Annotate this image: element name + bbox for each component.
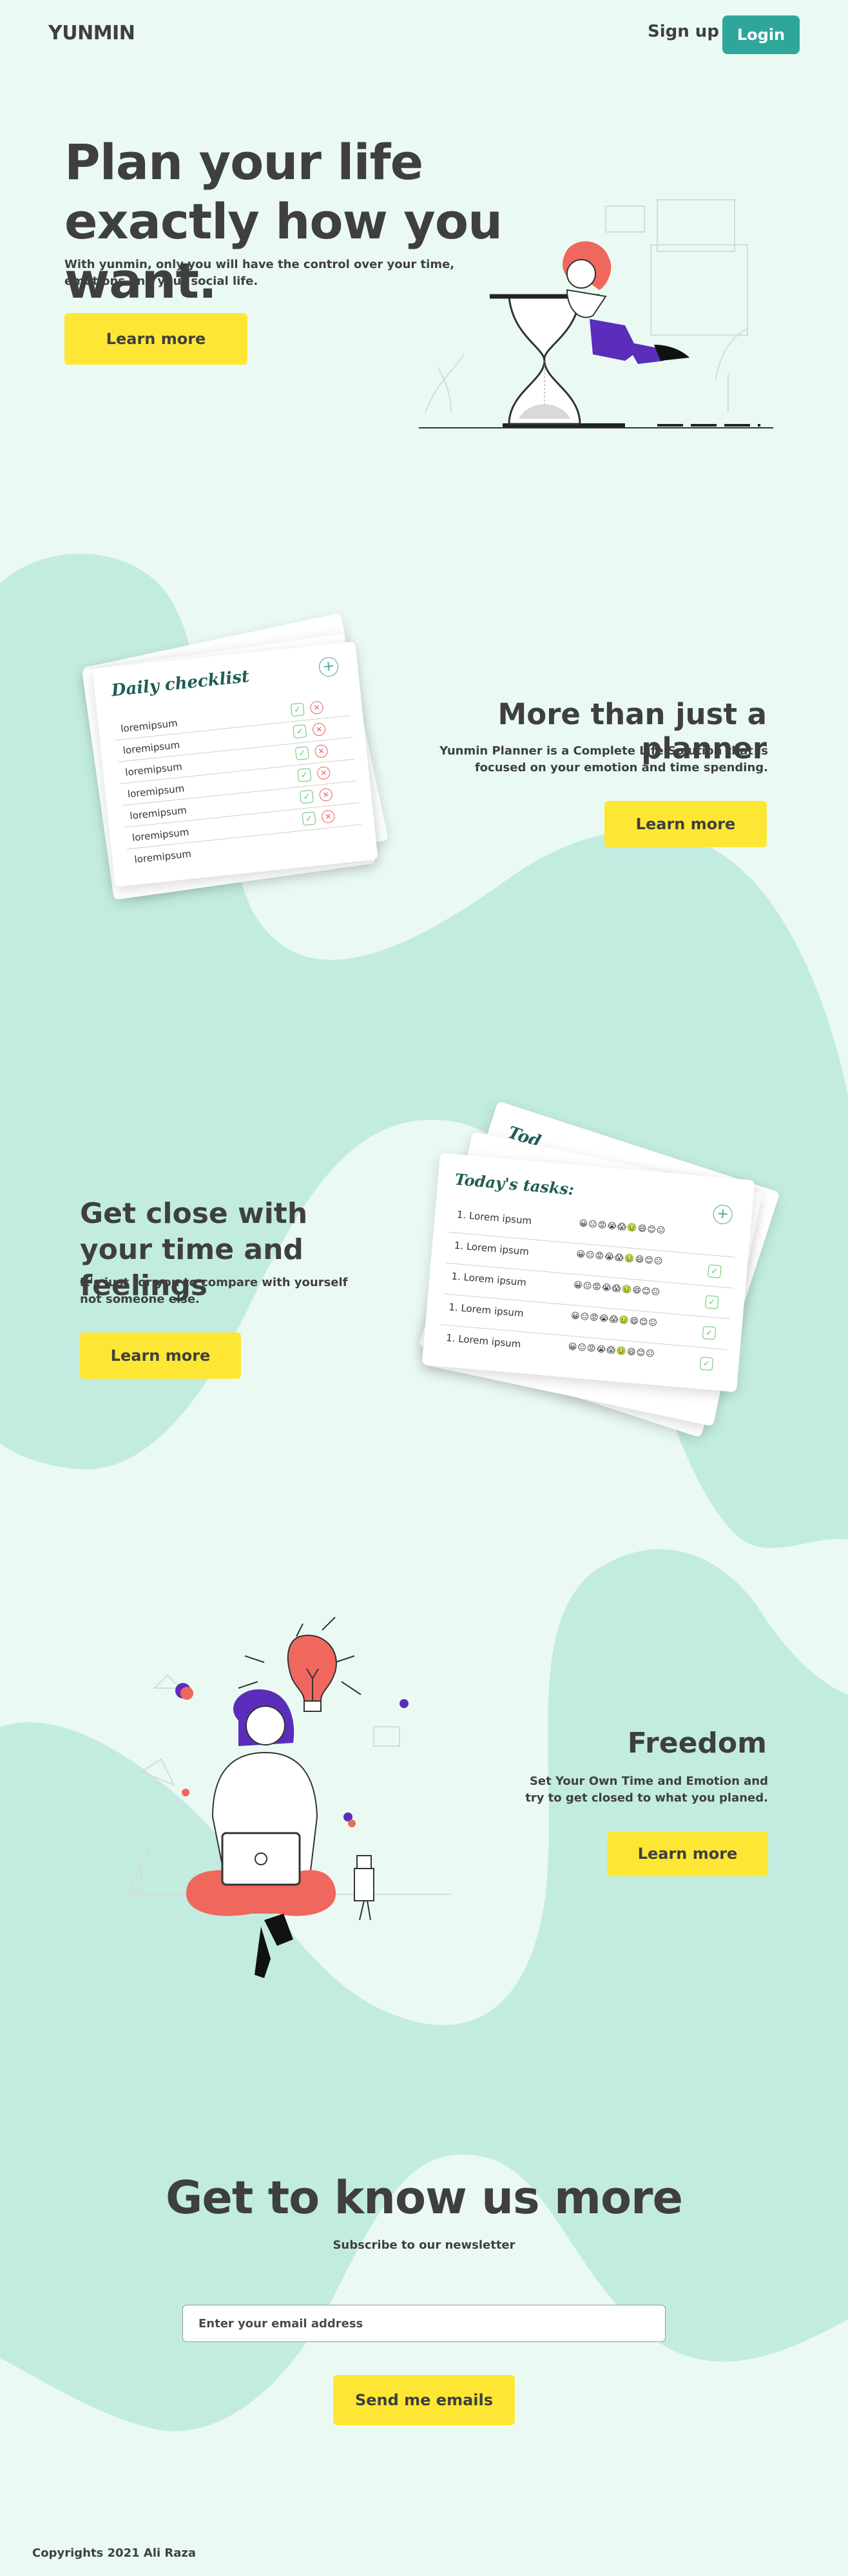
list-item-label: loremipsum (131, 826, 190, 844)
check-icon[interactable]: ✓ (708, 1264, 722, 1278)
hourglass-illustration (419, 199, 773, 428)
freedom-section-title: Freedom (627, 1727, 767, 1760)
card-title: Today's tasks: (454, 1169, 575, 1199)
logo[interactable]: YUNMIN (48, 22, 135, 44)
task-label: 1. Lorem ipsum (450, 1270, 527, 1289)
cross-icon[interactable]: ✕ (309, 700, 324, 715)
todays-tasks-cards: Tod Today's tasks: + 1. Lorem ipsum 😀😐😡😭😱… (400, 1101, 786, 1456)
emotion-picker[interactable]: 😀😐😡😭😱🤢😄😊😐 (568, 1342, 655, 1360)
cross-icon[interactable]: ✕ (314, 744, 329, 758)
task-label: 1. Lorem ipsum (454, 1239, 530, 1258)
emotion-picker[interactable]: 😀😐😡😭😱🤢😄😊😐 (576, 1249, 664, 1267)
login-button[interactable]: Login (722, 15, 800, 54)
freedom-section-subtitle: Set Your Own Time and Emotion and try to… (525, 1774, 768, 1805)
emotion-picker[interactable]: 😀😐😡😭😱🤢😄😊😐 (570, 1311, 658, 1329)
todays-tasks-card: Today's tasks: + 1. Lorem ipsum 😀😐😡😭😱🤢😄😊😐… (421, 1153, 755, 1392)
cross-icon[interactable]: ✕ (321, 809, 336, 824)
freedom-learn-more-button[interactable]: Learn more (607, 1831, 768, 1876)
daily-checklist-card: Daily checklist + loremipsum ✓ ✕ loremipsu… (92, 641, 378, 887)
feelings-section-subtitle: It's just for you to compare with yourse… (80, 1276, 348, 1306)
footer-copyright: Copyrights 2021 Ali Raza (32, 2546, 197, 2560)
list-item-label: loremipsum (120, 717, 178, 735)
daily-checklist-cards: Daily checklist + loremipsum ✓ ✕ loremipsu… (77, 613, 389, 921)
check-icon[interactable]: ✓ (293, 724, 307, 739)
check-icon[interactable]: ✓ (699, 1356, 714, 1371)
check-icon[interactable]: ✓ (299, 789, 314, 804)
cross-icon[interactable]: ✕ (312, 722, 327, 737)
newsletter-title: Get to know us more (165, 2171, 683, 2224)
list-item-label: loremipsum (122, 738, 180, 757)
send-emails-button[interactable]: Send me emails (333, 2375, 515, 2425)
woman-laptop-illustration (122, 1617, 451, 1978)
planner-learn-more-button[interactable]: Learn more (604, 801, 767, 847)
planner-section-subtitle: Yunmin Planner is a Complete Life Soluti… (439, 744, 768, 774)
feelings-learn-more-button[interactable]: Learn more (80, 1332, 241, 1379)
hero-learn-more-button[interactable]: Learn more (64, 313, 247, 365)
emotion-picker[interactable]: 😀😐😡😭😱🤢😄😊😐 (573, 1280, 661, 1298)
add-icon[interactable]: + (712, 1204, 733, 1226)
check-icon[interactable]: ✓ (290, 702, 305, 717)
task-label: 1. Lorem ipsum (448, 1301, 525, 1320)
newsletter-subtitle: Subscribe to our newsletter (332, 2238, 516, 2252)
check-icon[interactable]: ✓ (294, 746, 309, 761)
cross-icon[interactable]: ✕ (316, 765, 331, 780)
list-item-label: loremipsum (124, 760, 183, 778)
check-icon[interactable]: ✓ (302, 811, 316, 826)
signup-link[interactable]: Sign up (648, 22, 719, 41)
list-item-label: loremipsum (129, 804, 188, 822)
add-icon[interactable]: + (318, 656, 340, 678)
task-label: 1. Lorem ipsum (445, 1332, 522, 1350)
task-label: 1. Lorem ipsum (456, 1208, 532, 1227)
check-icon[interactable]: ✓ (297, 767, 312, 782)
list-item-label: loremipsum (127, 782, 186, 800)
check-icon[interactable]: ✓ (702, 1325, 717, 1340)
card-title: Daily checklist (110, 667, 251, 701)
list-item-label: loremipsum (133, 847, 192, 866)
cross-icon[interactable]: ✕ (318, 787, 333, 802)
email-field[interactable] (182, 2305, 666, 2342)
check-icon[interactable]: ✓ (704, 1295, 719, 1309)
emotion-picker[interactable]: 😀😐😡😭😱🤢😄😊😐 (579, 1218, 666, 1236)
